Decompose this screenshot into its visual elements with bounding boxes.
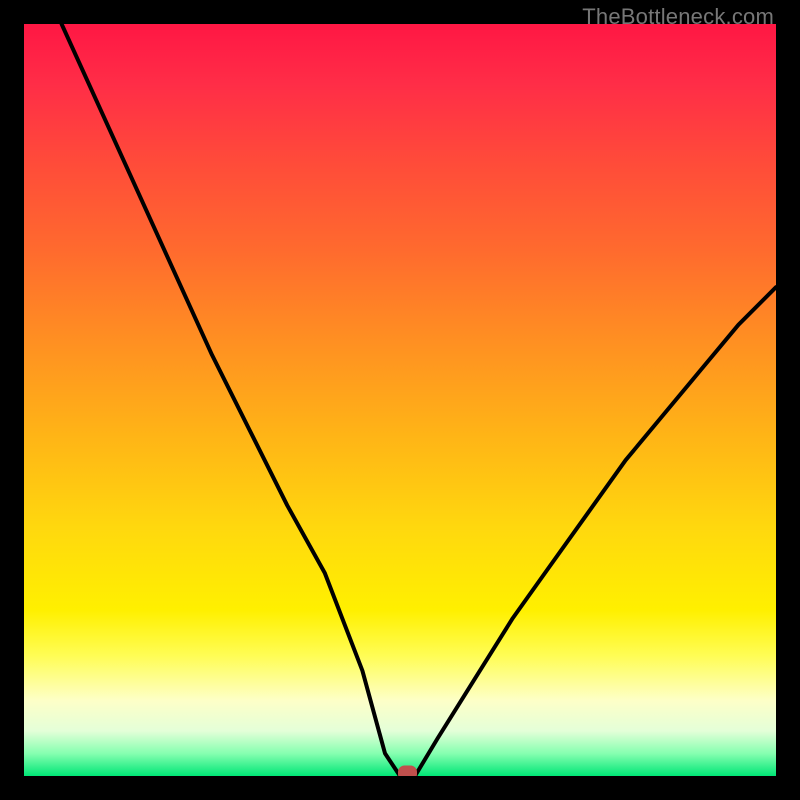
chart-frame: TheBottleneck.com — [0, 0, 800, 800]
bottleneck-curve — [62, 24, 776, 776]
plot-area — [24, 24, 776, 776]
chart-svg — [24, 24, 776, 776]
curve-marker — [399, 766, 417, 776]
